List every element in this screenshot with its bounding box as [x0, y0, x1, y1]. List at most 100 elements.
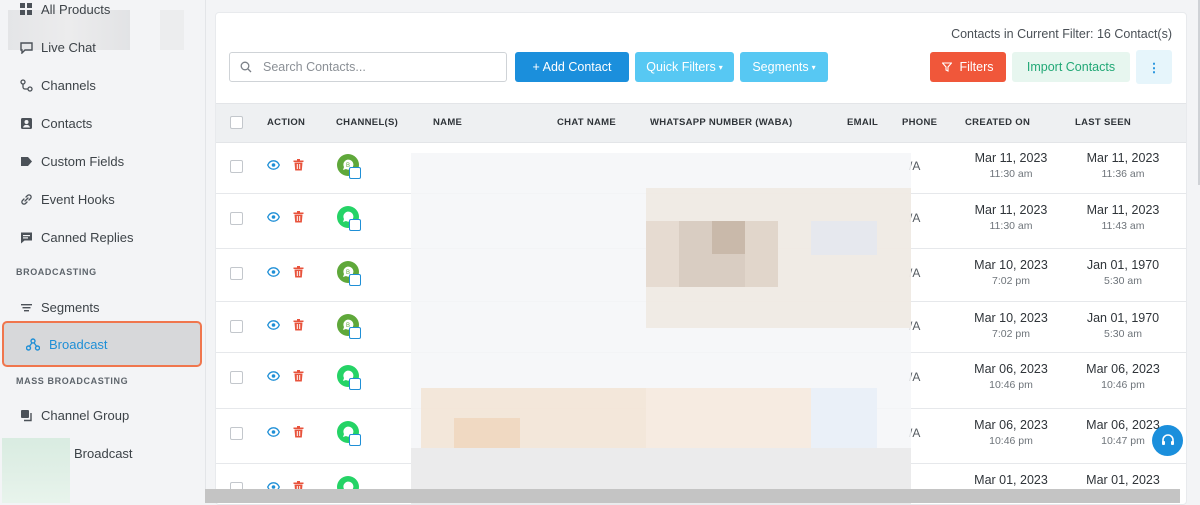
created-date: Mar 11, 2023 — [974, 151, 1048, 165]
col-chat-name: CHAT NAME — [557, 117, 616, 128]
delete-icon[interactable] — [293, 426, 304, 438]
view-icon[interactable] — [267, 370, 280, 382]
download-icon — [349, 274, 361, 286]
view-icon[interactable] — [267, 426, 280, 438]
whatsapp-business-icon: B — [336, 313, 362, 339]
sidebar-item-channel-group[interactable]: Channel Group — [0, 398, 205, 432]
sidebar-item-broadcast[interactable]: Broadcast — [2, 321, 202, 367]
col-whatsapp: WHATSAPP NUMBER (WABA) — [650, 117, 793, 128]
sidebar-item-segments[interactable]: Segments — [0, 290, 205, 324]
created-time: 7:02 pm — [992, 328, 1030, 340]
col-last-seen: LAST SEEN — [1075, 117, 1132, 128]
chevron-down-icon: ▾ — [811, 62, 816, 72]
created-time: 7:02 pm — [992, 275, 1030, 287]
sidebar-item-label: Channel Group — [41, 407, 130, 423]
row-checkbox[interactable] — [230, 212, 243, 225]
sidebar-item-label: Channels — [41, 77, 96, 93]
delete-icon[interactable] — [293, 370, 304, 382]
redacted-content — [411, 153, 911, 504]
quick-filters-label: Quick Filters — [646, 60, 716, 74]
created-date: Mar 06, 2023 — [974, 362, 1048, 376]
sidebar-item-channels[interactable]: Channels — [0, 68, 205, 102]
col-channels: CHANNEL(S) — [336, 117, 399, 128]
download-icon — [349, 167, 361, 179]
download-icon — [349, 219, 361, 231]
sidebar-item-event-hooks[interactable]: Event Hooks — [0, 182, 205, 216]
whatsapp-icon — [336, 205, 362, 231]
table-header: ACTION CHANNEL(S) NAME CHAT NAME WHATSAP… — [216, 103, 1186, 143]
created-date: Mar 10, 2023 — [974, 258, 1048, 272]
grid-icon — [19, 2, 33, 16]
delete-icon[interactable] — [293, 159, 304, 171]
whatsapp-icon — [336, 420, 362, 446]
sidebar-item-label: Contacts — [41, 115, 93, 131]
whatsapp-business-icon: B — [336, 260, 362, 286]
import-contacts-button[interactable]: Import Contacts — [1012, 52, 1130, 82]
sidebar-item-live-chat[interactable]: Live Chat — [0, 30, 205, 64]
support-chat-button[interactable] — [1152, 425, 1183, 456]
sidebar-item-label: Custom Fields — [41, 153, 125, 169]
row-checkbox[interactable] — [230, 371, 243, 384]
filters-button[interactable]: Filters — [930, 52, 1006, 82]
row-checkbox[interactable] — [230, 427, 243, 440]
segments-dropdown[interactable]: Segments ▾ — [740, 52, 828, 82]
last-seen-time: 5:30 am — [1104, 328, 1142, 340]
filter-icon — [942, 62, 953, 72]
last-seen-date: Jan 01, 1970 — [1086, 311, 1160, 325]
sidebar-item-all-products[interactable]: All Products — [0, 0, 205, 26]
delete-icon[interactable] — [293, 211, 304, 223]
view-icon[interactable] — [267, 211, 280, 223]
quick-filters-dropdown[interactable]: Quick Filters ▾ — [635, 52, 734, 82]
channel-group-icon — [19, 408, 33, 422]
created-time: 11:30 am — [989, 220, 1033, 232]
created-date: Mar 06, 2023 — [974, 418, 1048, 432]
sidebar-item-canned-replies[interactable]: Canned Replies — [0, 220, 205, 254]
col-action: ACTION — [267, 117, 306, 128]
delete-icon[interactable] — [293, 266, 304, 278]
last-seen-time: 5:30 am — [1104, 275, 1142, 287]
add-contact-button[interactable]: + Add Contact — [515, 52, 629, 82]
sidebar-item-label: All Products — [41, 1, 111, 17]
download-icon — [349, 378, 361, 390]
view-icon[interactable] — [267, 319, 280, 331]
search-input[interactable] — [261, 59, 485, 75]
segments-icon — [19, 300, 33, 314]
delete-icon[interactable] — [293, 319, 304, 331]
horizontal-scrollbar[interactable] — [205, 489, 1180, 503]
created-time: 11:30 am — [989, 168, 1033, 180]
last-seen-date: Mar 11, 2023 — [1086, 151, 1160, 165]
sidebar: All Products Live Chat Channels Contacts… — [0, 0, 206, 503]
view-icon[interactable] — [267, 159, 280, 171]
sidebar-item-label: Live Chat — [41, 39, 96, 55]
created-date: Mar 11, 2023 — [974, 203, 1048, 217]
last-seen-date: Mar 06, 2023 — [1086, 362, 1160, 376]
sidebar-item-mass-broadcast[interactable]: Broadcast — [54, 436, 204, 470]
col-created-on: CREATED ON — [965, 117, 1031, 128]
view-icon[interactable] — [267, 266, 280, 278]
section-title-broadcasting: BROADCASTING — [16, 267, 97, 277]
sidebar-item-label: Event Hooks — [41, 191, 115, 207]
row-checkbox[interactable] — [230, 320, 243, 333]
col-phone: PHONE — [902, 117, 938, 128]
more-options-button[interactable]: ⋮ — [1136, 50, 1172, 84]
contacts-icon — [19, 116, 33, 130]
created-date: Mar 01, 2023 — [974, 473, 1048, 487]
filter-count: Contacts in Current Filter: 16 Contact(s… — [951, 27, 1172, 41]
sidebar-item-contacts[interactable]: Contacts — [0, 106, 205, 140]
created-time: 10:46 pm — [989, 435, 1033, 447]
last-seen-time: 11:43 am — [1101, 220, 1145, 232]
headset-icon — [1160, 433, 1176, 449]
select-all-checkbox[interactable] — [230, 116, 243, 129]
sidebar-item-custom-fields[interactable]: Custom Fields — [0, 144, 205, 178]
broadcast-icon — [26, 337, 40, 351]
sidebar-item-label: Broadcast — [49, 336, 108, 352]
row-checkbox[interactable] — [230, 267, 243, 280]
row-checkbox[interactable] — [230, 160, 243, 173]
chevron-down-icon: ▾ — [718, 62, 723, 72]
sidebar-item-label: Segments — [41, 299, 100, 315]
whatsapp-icon — [336, 364, 362, 390]
sidebar-item-label: Canned Replies — [41, 229, 134, 245]
download-icon — [349, 434, 361, 446]
search-box[interactable] — [229, 52, 507, 82]
whatsapp-business-icon: B — [336, 153, 362, 179]
